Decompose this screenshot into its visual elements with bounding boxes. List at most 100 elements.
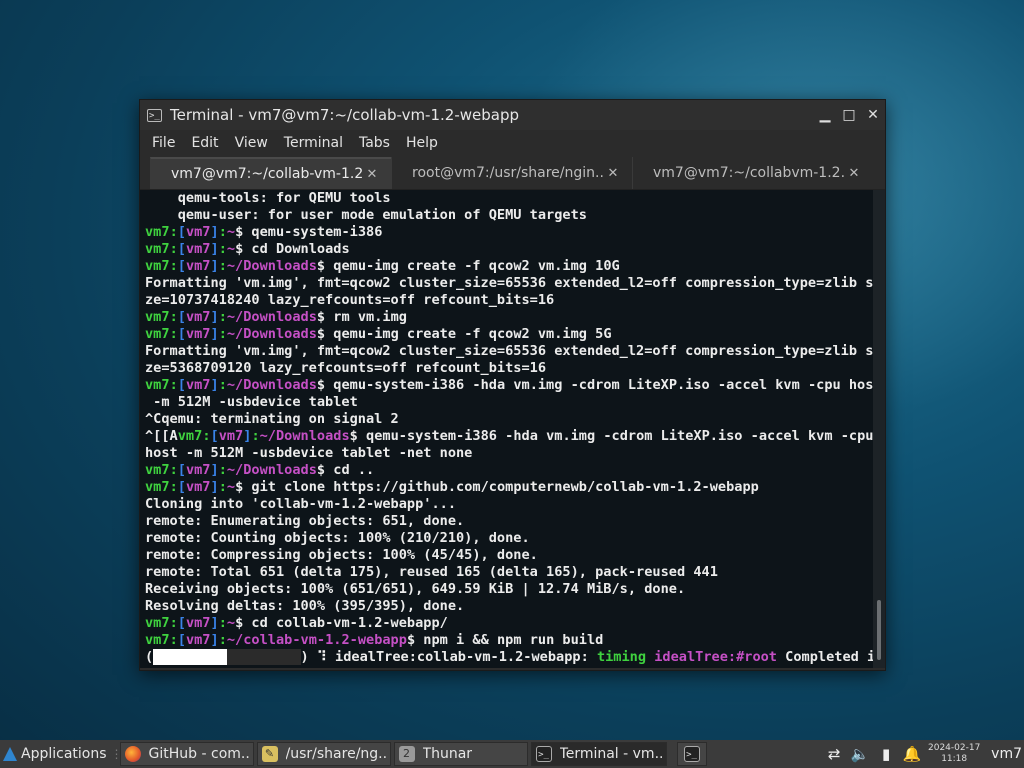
prompt: vm7:[vm7]:~/Downloads	[145, 462, 317, 478]
npm-status-text: ⠹ idealTree:collab-vm-1.2-webapp:	[308, 649, 597, 665]
progress-open: (	[145, 649, 154, 665]
terminal-window[interactable]: >_ Terminal - vm7@vm7:~/collab-vm-1.2-we…	[139, 99, 886, 671]
prompt: vm7:[vm7]:~/Downloads	[145, 309, 317, 325]
output-line: remote: Enumerating objects: 651, done.	[145, 513, 465, 529]
clock[interactable]: 2024-02-17 11:18	[925, 743, 983, 765]
file-manager-icon: 2	[398, 746, 415, 762]
command: $ cd collab-vm-1.2-webapp/	[235, 615, 448, 631]
command: $ cd ..	[316, 462, 375, 478]
output-line: ze=10737418240 lazy_refcounts=off refcou…	[145, 292, 555, 308]
menu-terminal[interactable]: Terminal	[276, 135, 351, 151]
command: $ qemu-img create -f qcow2 vm.img 10G	[316, 258, 620, 274]
taskbar-item-label: GitHub - com...	[148, 746, 249, 762]
menu-bar: File Edit View Terminal Tabs Help	[140, 130, 885, 155]
terminal-output[interactable]: qemu-tools: for QEMU tools qemu-user: fo…	[140, 190, 873, 668]
tab-close-icon[interactable]: ✕	[604, 166, 622, 181]
esc-prefix: ^[[A	[145, 428, 178, 444]
prompt: vm7:[vm7]:~/Downloads	[145, 326, 317, 342]
battery-icon[interactable]: ▮	[873, 745, 899, 763]
prompt: vm7:[vm7]:~	[145, 241, 236, 257]
output-line: qemu-tools: for QEMU tools	[145, 190, 391, 206]
firefox-icon	[124, 746, 141, 762]
npm-idealtree-label: idealTree:#root	[654, 649, 777, 665]
output-line: host -m 512M -usbdevice tablet -net none	[145, 445, 473, 461]
applications-menu-button[interactable]: Applications	[0, 740, 111, 768]
taskbar-separator: ⋮	[110, 747, 123, 761]
network-icon[interactable]: ⇄	[821, 745, 847, 763]
tab-label: root@vm7:/usr/share/ngin...	[412, 165, 604, 181]
notification-bell-icon[interactable]: 🔔	[899, 745, 925, 763]
output-line: remote: Total 651 (delta 175), reused 16…	[145, 564, 718, 580]
output-line: Cloning into 'collab-vm-1.2-webapp'...	[145, 496, 456, 512]
output-line: remote: Counting objects: 100% (210/210)…	[145, 530, 530, 546]
npm-progress-bar	[153, 649, 301, 665]
taskbar-item-thunar[interactable]: 2 Thunar	[393, 742, 528, 766]
tab-collabvm-ts[interactable]: vm7@vm7:~/collabvm-1.2.ts ✕	[632, 157, 873, 189]
prompt: vm7:[vm7]:~	[145, 479, 236, 495]
close-button[interactable]: ✕	[861, 107, 885, 123]
system-tray: ⇄ 🔈 ▮ 🔔 2024-02-17 11:18 vm7	[821, 740, 1024, 768]
prompt: vm7:[vm7]:~	[145, 224, 236, 240]
taskbar-item-label: Thunar	[422, 746, 473, 762]
npm-completed-text: Completed i	[777, 649, 873, 665]
command: $ qemu-system-i386	[235, 224, 383, 240]
xfce-logo-icon	[3, 747, 17, 761]
command: $ git clone https://github.com/computern…	[235, 479, 759, 495]
tab-close-icon[interactable]: ✕	[845, 166, 863, 181]
title-bar[interactable]: >_ Terminal - vm7@vm7:~/collab-vm-1.2-we…	[140, 100, 885, 130]
menu-file[interactable]: File	[144, 135, 183, 151]
text-editor-icon: ✎	[261, 746, 278, 762]
maximize-button[interactable]: □	[837, 107, 861, 123]
user-menu[interactable]: vm7	[983, 746, 1024, 762]
show-desktop-button[interactable]: >_	[676, 742, 707, 766]
terminal-launcher-icon: >_	[683, 746, 700, 762]
prompt: vm7:[vm7]:~/Downloads	[145, 258, 317, 274]
command: $ cd Downloads	[235, 241, 350, 257]
tab-label: vm7@vm7:~/collabvm-1.2.ts	[653, 165, 845, 181]
menu-edit[interactable]: Edit	[183, 135, 226, 151]
menu-tabs[interactable]: Tabs	[351, 135, 398, 151]
output-line: remote: Compressing objects: 100% (45/45…	[145, 547, 538, 563]
terminal-scrollbar[interactable]	[873, 190, 885, 668]
output-line: Formatting 'vm.img', fmt=qcow2 cluster_s…	[145, 343, 873, 359]
command: $ qemu-system-i386 -hda vm.img -cdrom Li…	[349, 428, 873, 444]
command: $ qemu-img create -f qcow2 vm.img 5G	[316, 326, 612, 342]
taskbar-item-label: Terminal - vm...	[559, 746, 662, 762]
minimize-button[interactable]: ▁	[813, 107, 837, 123]
tab-close-icon[interactable]: ✕	[363, 167, 381, 182]
taskbar-item-firefox[interactable]: GitHub - com...	[119, 742, 254, 766]
prompt: vm7:[vm7]:~/Downloads	[145, 377, 317, 393]
output-line: ze=5368709120 lazy_refcounts=off refcoun…	[145, 360, 547, 376]
volume-icon[interactable]: 🔈	[847, 745, 873, 763]
command: $ npm i && npm run build	[406, 632, 604, 648]
command: $ qemu-system-i386 -hda vm.img -cdrom Li…	[316, 377, 873, 393]
taskbar-item-terminal[interactable]: >_ Terminal - vm...	[530, 742, 667, 766]
output-line: Formatting 'vm.img', fmt=qcow2 cluster_s…	[145, 275, 873, 291]
clock-date: 2024-02-17	[928, 743, 981, 753]
tab-nginx[interactable]: root@vm7:/usr/share/ngin... ✕	[391, 157, 632, 189]
tab-bar: vm7@vm7:~/collab-vm-1.2... ✕ root@vm7:/u…	[140, 155, 885, 190]
terminal-icon: >_	[535, 746, 552, 762]
terminal-app-icon: >_	[147, 108, 162, 122]
tab-label: vm7@vm7:~/collab-vm-1.2...	[171, 166, 363, 182]
output-line: qemu-user: for user mode emulation of QE…	[145, 207, 587, 223]
window-title: Terminal - vm7@vm7:~/collab-vm-1.2-webap…	[170, 106, 519, 124]
command: $ rm vm.img	[316, 309, 407, 325]
npm-timing-label: timing	[596, 649, 647, 665]
output-line: Receiving objects: 100% (651/651), 649.5…	[145, 581, 686, 597]
applications-label: Applications	[21, 746, 107, 762]
output-line: -m 512M -usbdevice tablet	[145, 394, 358, 410]
output-line: Resolving deltas: 100% (395/395), done.	[145, 598, 465, 614]
clock-time: 11:18	[941, 754, 968, 764]
menu-view[interactable]: View	[227, 135, 276, 151]
menu-help[interactable]: Help	[398, 135, 446, 151]
tab-webapp[interactable]: vm7@vm7:~/collab-vm-1.2... ✕	[150, 157, 391, 189]
progress-close: )	[300, 649, 309, 665]
scrollbar-thumb[interactable]	[877, 600, 881, 660]
output-line: ^Cqemu: terminating on signal 2	[145, 411, 399, 427]
prompt: vm7:[vm7]:~/collab-vm-1.2-webapp	[145, 632, 407, 648]
taskbar-item-editor[interactable]: ✎ /usr/share/ng...	[256, 742, 391, 766]
prompt: vm7:[vm7]:~/Downloads	[177, 428, 350, 444]
taskbar: Applications ⋮ GitHub - com... ✎ /usr/sh…	[0, 740, 1024, 768]
prompt: vm7:[vm7]:~	[145, 615, 236, 631]
